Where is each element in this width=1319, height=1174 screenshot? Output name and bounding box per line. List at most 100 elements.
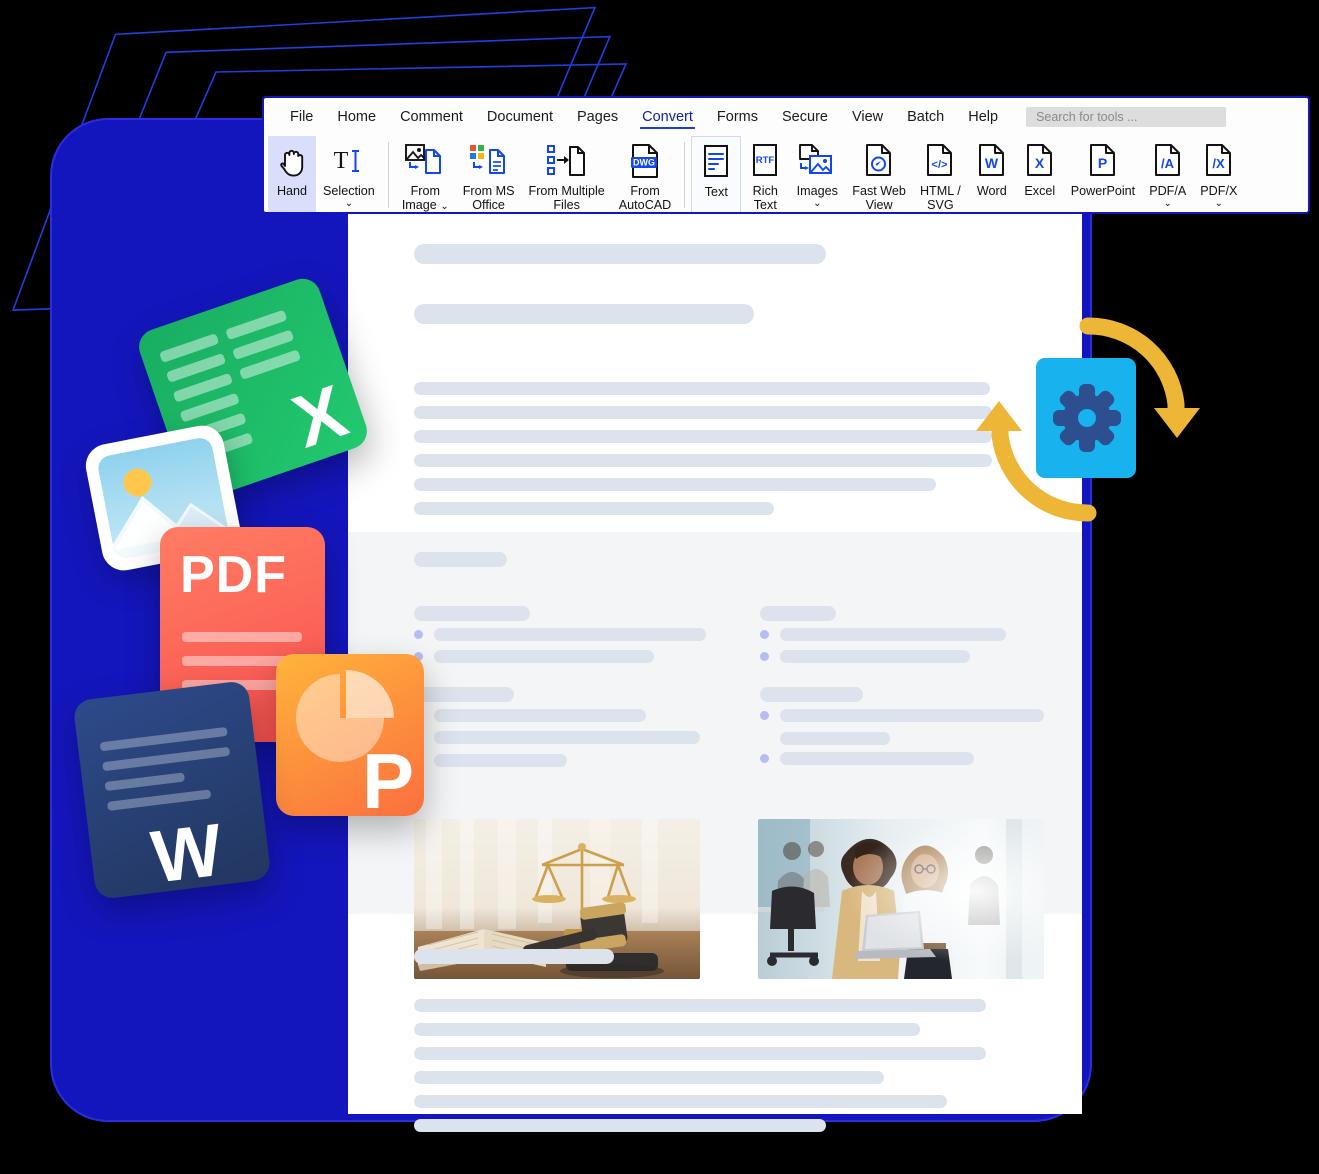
powerpoint-card-letter: P xyxy=(361,737,414,825)
tool-images[interactable]: Images ⌄ xyxy=(789,136,845,210)
bullet-dot xyxy=(414,630,423,639)
tool-label: Rich Text xyxy=(752,184,778,213)
subsection-title-placeholder xyxy=(760,606,836,621)
body-line xyxy=(414,382,990,395)
html-svg-icon: </> xyxy=(923,141,957,181)
convert-tool-strip: Hand T Selection ⌄ From Image ⌄ From MS Office F… xyxy=(264,132,1308,213)
tool-html-svg[interactable]: </> HTML / SVG xyxy=(913,136,968,213)
heading-placeholder xyxy=(414,244,826,264)
pdf-editor-window: File Home Comment Document Pages Convert Forms… xyxy=(262,96,1310,1132)
body-line xyxy=(414,1119,826,1132)
chevron-down-icon[interactable]: ⌄ xyxy=(440,201,448,212)
tool-label: From Image ⌄ xyxy=(401,184,449,213)
bullet-dot xyxy=(760,711,769,720)
bullet-line xyxy=(434,731,700,744)
excel-file-icon: X xyxy=(1023,141,1057,181)
tool-from-autocad[interactable]: DWG From AutoCAD xyxy=(612,136,679,213)
menu-item-view[interactable]: View xyxy=(840,106,895,128)
bullet-line xyxy=(780,752,974,765)
tool-label: HTML / SVG xyxy=(919,184,961,213)
menu-item-convert[interactable]: Convert xyxy=(630,106,705,129)
svg-text:DWG: DWG xyxy=(633,158,655,168)
powerpoint-file-card: P xyxy=(276,654,424,820)
hand-icon xyxy=(275,141,309,181)
from-multiple-files-icon xyxy=(546,141,588,181)
menu-item-home[interactable]: Home xyxy=(325,106,388,128)
menu-item-forms[interactable]: Forms xyxy=(705,106,770,128)
subheading-placeholder xyxy=(414,304,754,324)
bullet-dot xyxy=(760,754,769,763)
tool-label: Excel xyxy=(1024,184,1056,198)
tool-text[interactable]: Text xyxy=(691,136,742,212)
section-title-placeholder xyxy=(414,552,507,567)
from-autocad-dwg-icon: DWG xyxy=(627,141,663,181)
tool-hand[interactable]: Hand xyxy=(268,136,316,212)
bullet-line xyxy=(434,650,654,663)
tool-label: From Multiple Files xyxy=(528,184,605,213)
svg-text:/A: /A xyxy=(1161,156,1175,171)
tool-pdf-x[interactable]: /X PDF/X ⌄ xyxy=(1193,136,1244,210)
convert-cycle-badge xyxy=(976,317,1200,522)
tool-from-ms-office[interactable]: From MS Office xyxy=(456,136,522,212)
tool-rich-text[interactable]: RTF Rich Text xyxy=(741,136,789,213)
bullet-line xyxy=(780,709,1044,722)
two-women-with-laptop-office-photo xyxy=(758,819,1044,979)
tool-word[interactable]: W Word xyxy=(968,136,1016,200)
menu-item-pages[interactable]: Pages xyxy=(565,106,630,128)
subsection-title-placeholder xyxy=(414,687,514,702)
body-line xyxy=(414,430,992,443)
bullet-line xyxy=(780,628,1006,641)
svg-text:T: T xyxy=(334,148,349,174)
section-title-placeholder xyxy=(414,949,614,964)
tool-label: PowerPoint xyxy=(1070,184,1136,198)
chevron-down-icon[interactable]: ⌄ xyxy=(813,199,821,209)
bullet-line xyxy=(434,628,706,641)
body-line xyxy=(414,502,774,515)
word-file-icon: W xyxy=(975,141,1009,181)
search-placeholder-text: Search for tools ... xyxy=(1036,110,1138,124)
tool-powerpoint[interactable]: P PowerPoint xyxy=(1064,136,1142,200)
svg-text:RTF: RTF xyxy=(756,155,775,166)
from-ms-office-icon xyxy=(468,141,510,181)
gear-icon xyxy=(1053,384,1121,452)
tool-pdf-a[interactable]: /A PDF/A ⌄ xyxy=(1142,136,1193,210)
powerpoint-file-icon: P xyxy=(1086,141,1120,181)
fast-web-view-icon xyxy=(862,141,896,181)
chevron-down-icon[interactable]: ⌄ xyxy=(345,199,353,209)
menu-item-batch[interactable]: Batch xyxy=(895,106,956,128)
menu-item-comment[interactable]: Comment xyxy=(388,106,475,128)
search-input[interactable]: Search for tools ... xyxy=(1026,107,1227,127)
toolbar-separator xyxy=(684,142,686,208)
text-selection-icon: T xyxy=(329,141,369,181)
tool-label: PDF/X xyxy=(1200,184,1238,198)
menu-item-document[interactable]: Document xyxy=(475,106,565,128)
bullet-line xyxy=(780,732,890,745)
tool-label: Hand xyxy=(276,184,308,198)
tool-selection[interactable]: T Selection ⌄ xyxy=(316,136,382,210)
tool-label: PDF/A xyxy=(1149,184,1187,198)
bullet-dot xyxy=(760,630,769,639)
tool-label: Fast Web View xyxy=(852,184,906,213)
tool-from-image[interactable]: From Image ⌄ xyxy=(395,136,456,213)
tool-from-multiple-files[interactable]: From Multiple Files xyxy=(522,136,612,213)
subsection-title-placeholder xyxy=(760,687,863,702)
menu-item-secure[interactable]: Secure xyxy=(770,106,840,128)
body-line xyxy=(414,406,992,419)
pdf-x-file-icon: /X xyxy=(1202,141,1236,181)
svg-text:X: X xyxy=(1035,155,1045,171)
svg-text:/X: /X xyxy=(1212,156,1225,171)
body-line xyxy=(414,454,992,467)
chevron-down-icon[interactable]: ⌄ xyxy=(1215,199,1223,209)
illustration-stage: File Home Comment Document Pages Convert Forms… xyxy=(0,0,1319,1174)
menu-item-file[interactable]: File xyxy=(278,106,325,128)
subsection-title-placeholder xyxy=(414,606,530,621)
bullet-line xyxy=(434,709,646,722)
menu-item-help[interactable]: Help xyxy=(956,106,1010,128)
tool-excel[interactable]: X Excel xyxy=(1016,136,1064,200)
tool-label: From AutoCAD xyxy=(618,184,672,213)
pdf-a-file-icon: /A xyxy=(1151,141,1185,181)
chevron-down-icon[interactable]: ⌄ xyxy=(1164,199,1172,209)
tool-fast-web-view[interactable]: Fast Web View xyxy=(845,136,913,213)
body-line xyxy=(414,478,936,491)
word-card-letter: W xyxy=(147,807,227,899)
